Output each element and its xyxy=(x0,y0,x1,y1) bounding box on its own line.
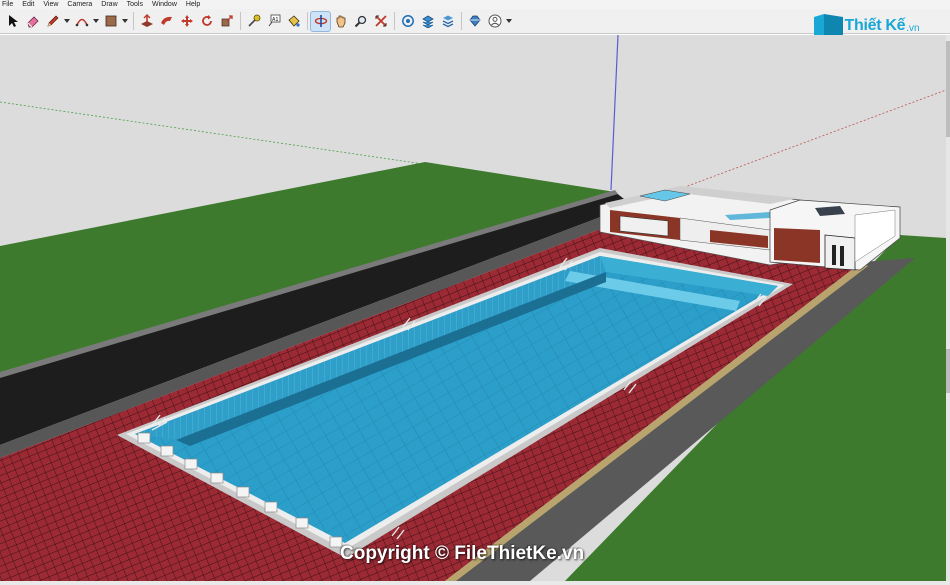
move-tool[interactable] xyxy=(177,12,196,31)
push-pull-icon xyxy=(140,14,153,27)
line-tool-dropdown[interactable] xyxy=(63,12,70,31)
layout-tool[interactable] xyxy=(438,12,457,31)
scroll-thumb-top[interactable] xyxy=(946,41,950,137)
zoom-extents-tool[interactable] xyxy=(371,12,390,31)
extension-icon xyxy=(421,15,434,28)
copyright-watermark: Copyright © FileThietKe.vn xyxy=(340,543,585,564)
menu-view[interactable]: View xyxy=(43,0,58,9)
arc-tool[interactable] xyxy=(72,12,91,31)
scroll-thumb-bottom[interactable] xyxy=(946,349,950,393)
toolbar-separator xyxy=(307,12,308,30)
model-viewport[interactable] xyxy=(0,35,946,581)
push-pull-tool[interactable] xyxy=(137,12,156,31)
orbit-tool[interactable] xyxy=(310,10,331,32)
warehouse-tool[interactable] xyxy=(398,12,417,31)
chevron-down-icon xyxy=(92,19,99,23)
menu-draw[interactable]: Draw xyxy=(101,0,117,9)
line-tool[interactable] xyxy=(43,12,62,31)
toolbar-separator xyxy=(394,12,395,30)
rectangle-icon xyxy=(105,15,116,27)
text-tool[interactable]: A1 xyxy=(264,12,283,31)
main-toolbar: A1 xyxy=(0,9,950,34)
account-tool[interactable] xyxy=(485,12,504,31)
tape-measure-icon xyxy=(247,14,260,27)
chevron-down-icon xyxy=(505,19,512,23)
magnifier-icon xyxy=(354,15,366,28)
menu-window[interactable]: Window xyxy=(152,0,177,9)
menu-camera[interactable]: Camera xyxy=(67,0,92,9)
account-dropdown[interactable] xyxy=(505,12,512,31)
scale-tool[interactable] xyxy=(217,12,236,31)
rotate-tool[interactable] xyxy=(197,12,216,31)
eraser-icon xyxy=(27,16,39,28)
toolbar-separator xyxy=(240,12,241,30)
paint-bucket-tool[interactable] xyxy=(284,12,303,31)
offset-icon xyxy=(160,16,172,25)
svg-text:A1: A1 xyxy=(272,17,279,23)
chevron-down-icon xyxy=(63,19,70,23)
text-icon: A1 xyxy=(268,14,280,27)
rotate-icon xyxy=(201,15,212,26)
layers-icon xyxy=(442,15,453,28)
shape-tool-dropdown[interactable] xyxy=(121,12,128,31)
pool-scene xyxy=(0,35,946,581)
menu-edit[interactable]: Edit xyxy=(22,0,34,9)
right-scrollbar[interactable] xyxy=(946,35,950,581)
toolbar-separator xyxy=(133,12,134,30)
warehouse-icon xyxy=(401,15,414,27)
menu-bar: File Edit View Camera Draw Tools Window … xyxy=(0,0,950,9)
paint-bucket-icon xyxy=(287,15,300,27)
menu-file[interactable]: File xyxy=(2,0,13,9)
toolbar-separator xyxy=(461,12,462,30)
orbit-icon xyxy=(314,15,327,27)
user-icon xyxy=(488,14,501,28)
pencil-icon xyxy=(46,15,58,27)
ruby-icon xyxy=(468,15,481,27)
extension-manager-tool[interactable] xyxy=(465,12,484,31)
status-bar xyxy=(0,581,950,585)
eraser-tool[interactable] xyxy=(23,12,42,31)
chevron-down-icon xyxy=(121,19,128,23)
menu-help[interactable]: Help xyxy=(186,0,200,9)
hand-icon xyxy=(336,15,345,28)
logo-suffix: .vn xyxy=(906,22,920,34)
scale-icon xyxy=(221,15,233,27)
offset-tool[interactable] xyxy=(157,12,176,31)
arc-icon xyxy=(75,18,88,27)
select-tool[interactable] xyxy=(3,12,22,31)
arc-tool-dropdown[interactable] xyxy=(92,12,99,31)
shape-tool[interactable] xyxy=(101,12,120,31)
extension-warehouse-tool[interactable] xyxy=(418,12,437,31)
pan-tool[interactable] xyxy=(331,12,350,31)
tape-measure-tool[interactable] xyxy=(244,12,263,31)
arrow-cursor-icon xyxy=(8,15,18,27)
move-icon xyxy=(180,15,193,27)
sketchup-window: File Edit View Camera Draw Tools Window … xyxy=(0,0,950,585)
zoom-extents-icon xyxy=(374,15,387,27)
zoom-tool[interactable] xyxy=(351,12,370,31)
menu-tools[interactable]: Tools xyxy=(127,0,143,9)
